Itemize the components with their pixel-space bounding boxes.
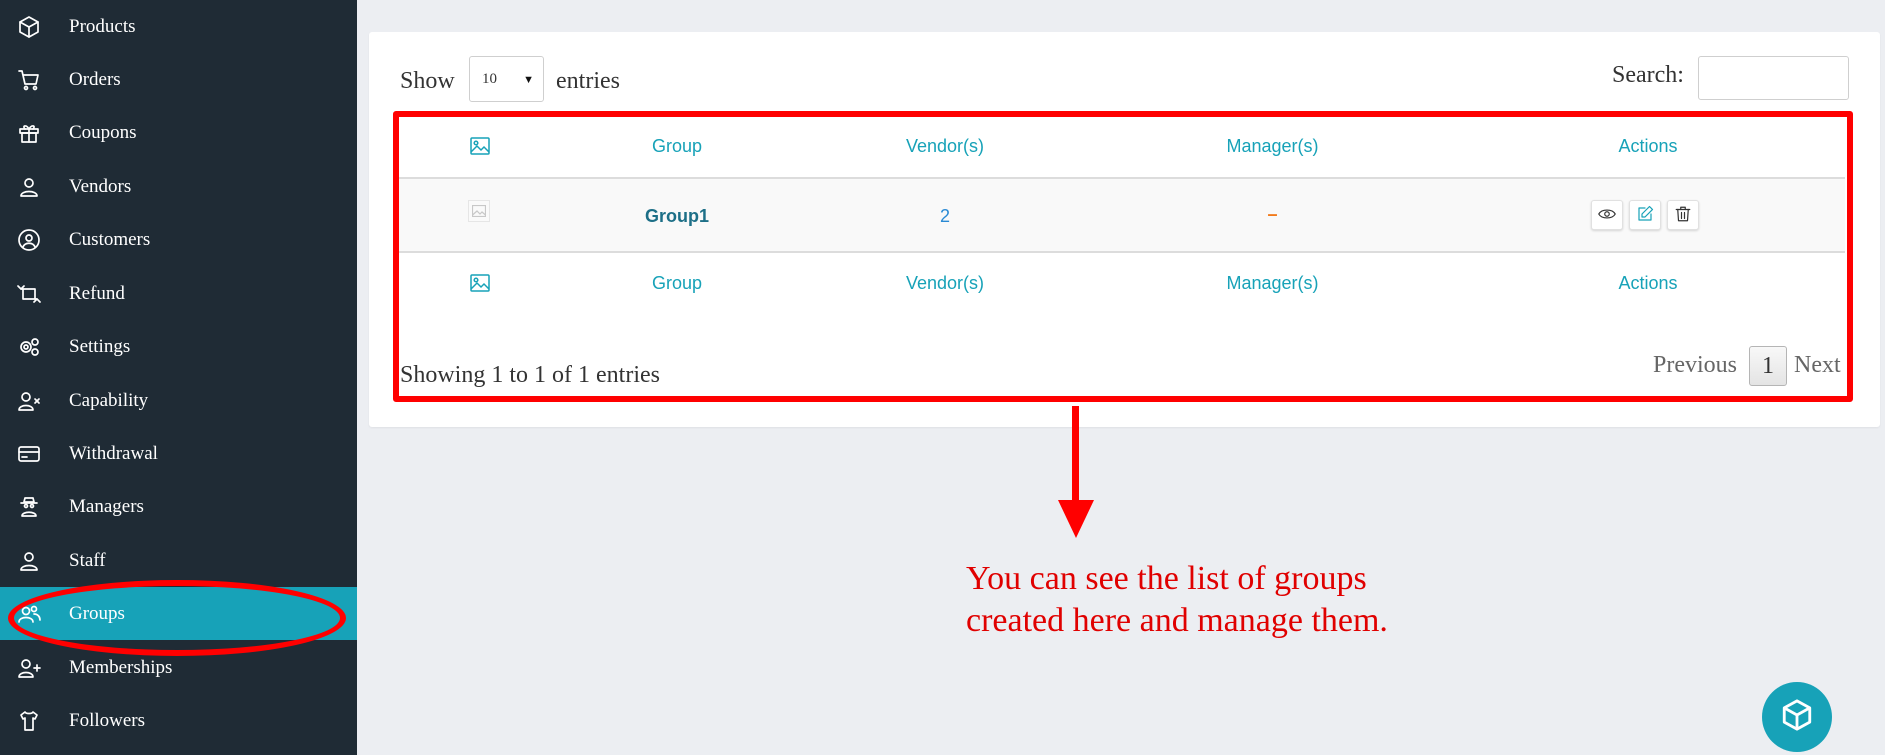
group-thumbnail (468, 200, 490, 222)
sidebar-item-withdrawal[interactable]: Withdrawal (0, 427, 357, 480)
sidebar-item-vendors[interactable]: Vendors (0, 160, 357, 213)
delete-button[interactable] (1667, 200, 1699, 230)
row-divider (398, 251, 1845, 253)
footer-column-vendors: Vendor(s) (905, 273, 985, 293)
annotation-text: You can see the list of groups created h… (966, 558, 1388, 642)
user-plus-icon (16, 655, 42, 681)
user-circle-icon (16, 227, 42, 253)
sidebar-item-memberships[interactable]: Memberships (0, 641, 357, 694)
sidebar-item-label: Staff (69, 549, 106, 571)
sidebar-item-label: Customers (69, 228, 151, 250)
sidebar-item-label: Memberships (69, 656, 173, 678)
next-page-button[interactable]: Next (1794, 352, 1841, 379)
entries-per-page-select[interactable]: 10 ▼ (469, 56, 544, 102)
search-input[interactable] (1698, 56, 1849, 100)
sidebar-item-label: Orders (69, 68, 121, 90)
column-header-actions: Actions (1618, 136, 1678, 156)
sidebar-item-settings[interactable]: Settings (0, 320, 357, 373)
delete-icon (1674, 205, 1692, 226)
sidebar-item-refund[interactable]: Refund (0, 267, 357, 320)
users-icon (16, 601, 42, 627)
sidebar-item-customers[interactable]: Customers (0, 213, 357, 266)
sidebar-item-label: Groups (69, 602, 125, 624)
credit-card-icon (16, 441, 42, 467)
show-label: Show (400, 68, 455, 94)
group-name-link[interactable]: Group1 (630, 206, 724, 227)
arrow-down-icon (1058, 500, 1094, 538)
sidebar-item-capability[interactable]: Capability (0, 374, 357, 427)
column-header-managers[interactable]: Manager(s) (1200, 136, 1345, 157)
annotation-line-1: You can see the list of groups (966, 560, 1367, 597)
user-x-icon (16, 388, 42, 414)
edit-button[interactable] (1629, 200, 1661, 230)
annotation-arrow-shaft (1072, 406, 1079, 502)
image-icon (470, 274, 490, 297)
search-label: Search: (1612, 62, 1684, 88)
shirt-icon (16, 708, 42, 734)
vendor-count-link[interactable]: 2 (900, 206, 990, 227)
view-button[interactable] (1591, 200, 1623, 230)
sidebar-item-groups[interactable]: Groups (0, 587, 357, 640)
sidebar-item-managers[interactable]: Managers (0, 480, 357, 533)
sidebar-item-orders[interactable]: Orders (0, 53, 357, 106)
sidebar-item-label: Followers (69, 709, 145, 731)
footer-column-managers: Manager(s) (1226, 273, 1319, 293)
sidebar-item-label: Products (69, 15, 136, 37)
caret-down-icon: ▼ (523, 74, 534, 86)
footer-column-actions: Actions (1618, 273, 1678, 293)
sidebar-item-label: Vendors (69, 175, 132, 197)
sidebar-item-coupons[interactable]: Coupons (0, 106, 357, 159)
table-row (398, 179, 1845, 251)
user-icon (16, 174, 42, 200)
entries-select-value: 10 (482, 70, 497, 87)
cube-icon (16, 14, 42, 40)
sidebar-item-label: Managers (69, 495, 144, 517)
sidebar-item-label: Coupons (69, 121, 137, 143)
sidebar-item-label: Settings (69, 335, 131, 357)
user-icon (16, 548, 42, 574)
sidebar-item-label: Refund (69, 282, 125, 304)
manager-value: – (1267, 204, 1278, 224)
footer-column-group: Group (651, 273, 703, 293)
gift-icon (16, 120, 42, 146)
cart-icon (16, 67, 42, 93)
view-icon (1598, 205, 1616, 226)
pagination-info: Showing 1 to 1 of 1 entries (400, 362, 660, 388)
sidebar-item-products[interactable]: Products (0, 0, 357, 53)
entries-label: entries (556, 68, 620, 94)
page-number-button[interactable]: 1 (1749, 346, 1787, 386)
gears-icon (16, 334, 42, 360)
cube-icon (1780, 698, 1814, 737)
image-icon (470, 137, 490, 160)
column-header-vendors[interactable]: Vendor(s) (880, 136, 1010, 157)
previous-page-button[interactable]: Previous (1653, 352, 1737, 379)
sidebar-item-followers[interactable]: Followers (0, 694, 357, 747)
refund-icon (16, 281, 42, 307)
sidebar: Products Orders Coupons Vendors Customer… (0, 0, 357, 755)
user-secret-icon (16, 494, 42, 520)
floating-action-button[interactable] (1762, 682, 1832, 752)
sidebar-item-staff[interactable]: Staff (0, 534, 357, 587)
column-header-group[interactable]: Group (630, 136, 724, 157)
edit-icon (1636, 205, 1654, 226)
sidebar-item-label: Withdrawal (69, 442, 158, 464)
sidebar-item-label: Capability (69, 389, 149, 411)
annotation-line-2: created here and manage them. (966, 602, 1388, 639)
